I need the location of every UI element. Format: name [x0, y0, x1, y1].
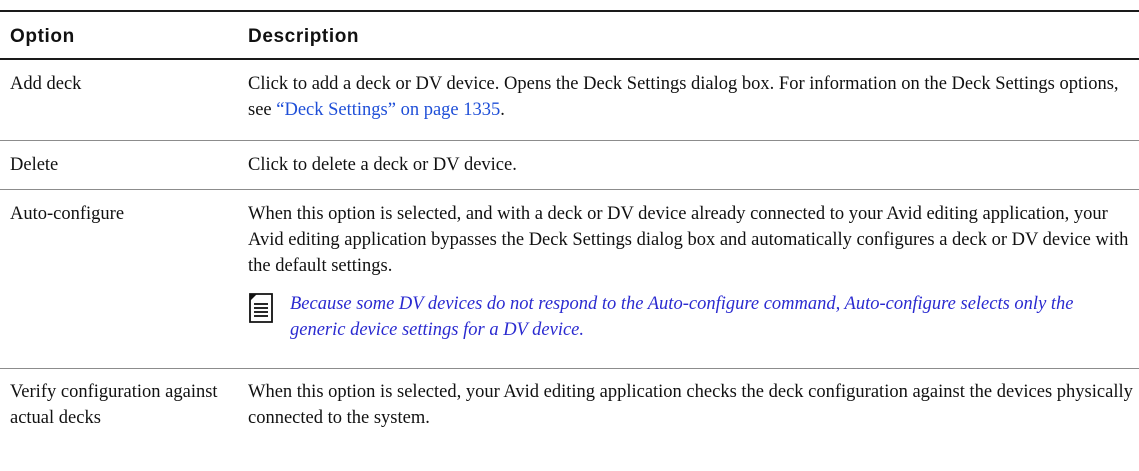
description-delete: Click to delete a deck or DV device.	[248, 155, 517, 175]
description-auto-configure: When this option is selected, and with a…	[248, 190, 1133, 343]
note-icon	[249, 293, 273, 323]
table-row-auto-configure: Auto-configure When this option is selec…	[0, 190, 1139, 369]
option-add-deck: Add deck	[10, 74, 82, 94]
deck-settings-link[interactable]: “Deck Settings” on page 1335	[276, 100, 500, 120]
description-text-end: .	[500, 100, 505, 120]
table-header: Option Description	[0, 12, 1139, 58]
table-row-add-deck: Add deck Click to add a deck or DV devic…	[0, 60, 1139, 141]
header-option: Option	[10, 26, 75, 47]
options-table: Option Description Add deck Click to add…	[0, 0, 1139, 449]
description-auto-configure-text: When this option is selected, and with a…	[248, 204, 1129, 276]
note-text: Because some DV devices do not respond t…	[290, 294, 1074, 340]
description-verify-configuration: When this option is selected, your Avid …	[248, 382, 1133, 428]
option-verify-configuration: Verify configuration against actual deck…	[10, 382, 218, 428]
table-row-verify-configuration: Verify configuration against actual deck…	[0, 369, 1139, 449]
option-delete: Delete	[10, 155, 59, 175]
note-callout: Because some DV devices do not respond t…	[248, 291, 1133, 343]
description-add-deck: Click to add a deck or DV device. Opens …	[248, 60, 1133, 123]
header-description: Description	[248, 26, 360, 47]
option-auto-configure: Auto-configure	[10, 204, 125, 224]
table-row-delete: Delete Click to delete a deck or DV devi…	[0, 141, 1139, 190]
